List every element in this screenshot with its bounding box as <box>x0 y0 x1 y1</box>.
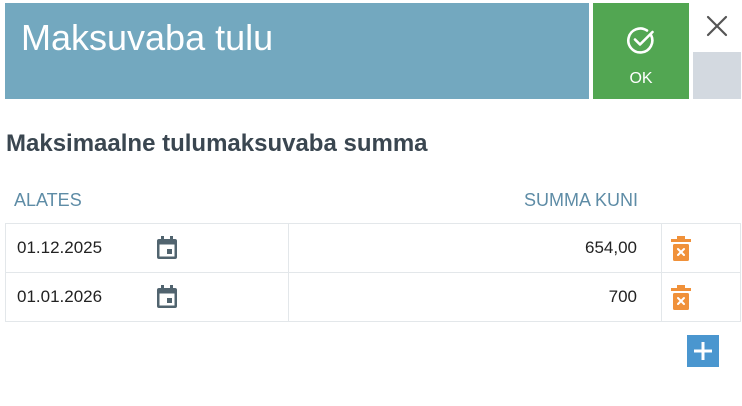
secondary-action-area <box>693 52 741 99</box>
amount-cell[interactable]: 654,00 <box>289 224 662 272</box>
column-header-alates: ALATES <box>14 190 82 210</box>
section-title: Maksimaalne tulumaksuvaba summa <box>6 130 428 157</box>
dialog: Maksuvaba tulu OK Maksimaalne tulumaksuv… <box>0 0 742 406</box>
ok-button[interactable]: OK <box>593 3 689 99</box>
title-bar: Maksuvaba tulu <box>5 3 589 99</box>
close-icon <box>706 15 728 37</box>
table-row: 01.01.2026 700 <box>5 273 741 322</box>
ok-label: OK <box>629 70 653 87</box>
amount-value[interactable]: 654,00 <box>585 237 637 259</box>
calendar-icon[interactable] <box>156 285 178 309</box>
date-cell[interactable]: 01.01.2026 <box>6 273 289 321</box>
column-header-summa-kuni: SUMMA KUNI <box>523 190 638 210</box>
add-row-button[interactable] <box>687 335 719 367</box>
trash-icon[interactable] <box>670 285 692 311</box>
amount-value[interactable]: 700 <box>609 286 637 308</box>
amount-cell[interactable]: 700 <box>289 273 662 321</box>
close-button[interactable] <box>693 3 741 49</box>
trash-icon[interactable] <box>670 236 692 262</box>
date-value[interactable]: 01.12.2025 <box>17 237 102 259</box>
plus-icon <box>694 342 712 360</box>
date-value[interactable]: 01.01.2026 <box>17 286 102 308</box>
date-cell[interactable]: 01.12.2025 <box>6 224 289 272</box>
check-circle-icon <box>627 27 654 54</box>
calendar-icon[interactable] <box>156 236 178 260</box>
dialog-title: Maksuvaba tulu <box>21 17 274 58</box>
table-row: 01.12.2025 654,00 <box>5 224 741 273</box>
income-table: 01.12.2025 654,00 01.01.2026 700 <box>5 223 741 322</box>
